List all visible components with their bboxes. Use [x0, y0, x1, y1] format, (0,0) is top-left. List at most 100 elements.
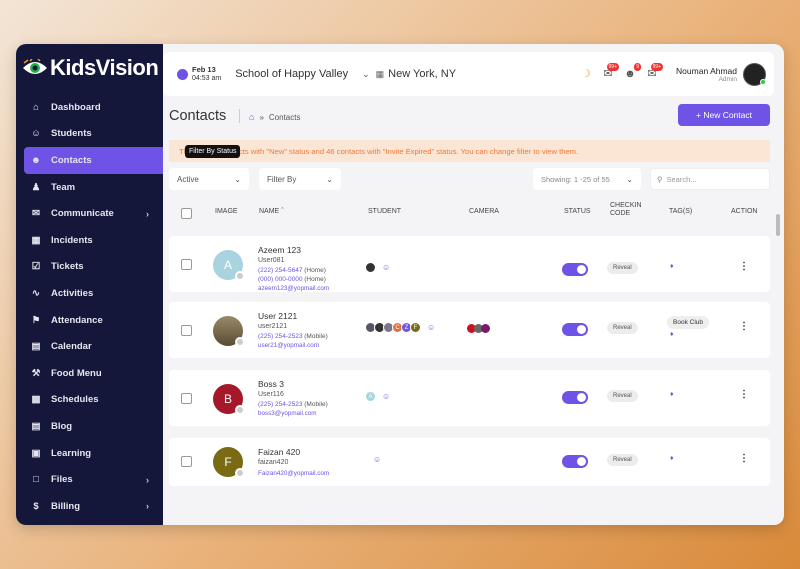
- avatar: A: [213, 250, 245, 281]
- sidebar-item-label: Schedules: [51, 394, 99, 406]
- pagination-select[interactable]: Showing: 1 -25 of 55 ⌄: [533, 168, 641, 190]
- chevron-down-icon[interactable]: ⌄: [362, 69, 370, 80]
- sidebar-item-blog[interactable]: ▤ Blog: [16, 413, 163, 440]
- avatar: [213, 316, 245, 347]
- add-student-icon[interactable]: ☺: [373, 455, 381, 464]
- contact-email[interactable]: Faizan420@yopmail.com: [258, 470, 329, 477]
- message-icon[interactable]: ✉ 99+: [646, 63, 663, 80]
- students-list: ☺: [365, 262, 390, 273]
- sidebar-item-team[interactable]: ♟ Team: [16, 174, 163, 201]
- sidebar-item-incidents[interactable]: ▦ Incidents: [16, 227, 163, 254]
- contact-name[interactable]: Azeem 123: [258, 245, 301, 255]
- new-contact-button[interactable]: + New Contact: [678, 104, 770, 126]
- add-student-icon[interactable]: ☺: [382, 263, 390, 272]
- col-name[interactable]: NAME ˆ: [259, 208, 284, 216]
- table-row[interactable]: F Faizan 420 faizan420 Faizan420@yopmail…: [169, 438, 770, 486]
- sidebar-item-label: Students: [51, 128, 92, 140]
- contact-name[interactable]: Boss 3: [258, 379, 284, 389]
- contact-email[interactable]: user21@yopmail.com: [258, 342, 319, 349]
- col-image: IMAGE: [215, 208, 238, 215]
- status-filter-value: Active: [177, 174, 199, 184]
- row-checkbox[interactable]: [181, 456, 192, 467]
- add-student-icon[interactable]: ☺: [382, 392, 390, 401]
- school-selector[interactable]: School of Happy Valley: [235, 68, 348, 80]
- tag-icon[interactable]: ♦: [670, 455, 674, 462]
- sidebar-item-learning[interactable]: ▣ Learning: [16, 440, 163, 467]
- status-filter[interactable]: Active ⌄: [169, 168, 249, 190]
- chevron-right-icon: ›: [146, 501, 149, 512]
- chevron-down-icon: ⌄: [626, 174, 633, 184]
- sidebar-item-label: Food Menu: [51, 367, 102, 379]
- user-menu[interactable]: Nouman Ahmad Admin: [676, 62, 766, 86]
- scrollbar[interactable]: [776, 214, 780, 236]
- sidebar-item-label: Contacts: [51, 154, 92, 166]
- more-actions-icon[interactable]: ⋮: [739, 453, 749, 464]
- filter-tooltip: Filter By Status: [185, 145, 241, 158]
- add-student-icon[interactable]: ☺: [427, 323, 435, 332]
- reveal-button[interactable]: Reveal: [607, 390, 638, 402]
- sidebar: KidsVision ⌂ Dashboard ☺ Students ☻ Contacts ♟…: [16, 44, 163, 525]
- main-content: Contacts ⌂ » Contacts + New Contact Ther…: [163, 96, 784, 525]
- contact-email[interactable]: azeem123@yopmail.com: [258, 285, 329, 292]
- camera-dot[interactable]: [481, 324, 490, 333]
- avatar[interactable]: [743, 62, 766, 86]
- chat-icon[interactable]: ✉ 99+: [602, 63, 619, 80]
- sidebar-item-activities[interactable]: ∿ Activities: [16, 280, 163, 307]
- sidebar-item-schedules[interactable]: ▩ Schedules: [16, 387, 163, 414]
- students-list: C Z F ☺: [365, 322, 435, 333]
- select-all-checkbox[interactable]: [181, 208, 192, 219]
- users-icon[interactable]: ☻ 9: [624, 63, 641, 80]
- contact-email[interactable]: boss3@yopmail.com: [258, 410, 317, 417]
- users-badge: 9: [634, 63, 641, 71]
- reveal-button[interactable]: Reveal: [607, 262, 638, 274]
- status-toggle[interactable]: [562, 391, 588, 404]
- student-avatar[interactable]: [365, 262, 376, 273]
- sidebar-item-food-menu[interactable]: ⚒ Food Menu: [16, 360, 163, 387]
- more-actions-icon[interactable]: ⋮: [739, 261, 749, 272]
- student-avatar[interactable]: A: [365, 391, 376, 402]
- sidebar-item-calendar[interactable]: ▤ Calendar: [16, 333, 163, 360]
- student-avatar[interactable]: F: [410, 322, 421, 333]
- contact-phone: (225) 254-2523 (Mobile): [258, 401, 328, 408]
- table-row[interactable]: User 2121 user2121 (225) 254-2523 (Mobil…: [169, 302, 770, 358]
- row-checkbox[interactable]: [181, 393, 192, 404]
- tag-icon[interactable]: ♦: [670, 391, 674, 398]
- contact-username: user2121: [258, 323, 288, 330]
- breadcrumb-separator: »: [259, 112, 264, 122]
- sidebar-item-billing[interactable]: $ Billing ›: [16, 493, 163, 520]
- status-toggle[interactable]: [562, 323, 588, 336]
- table-row[interactable]: B Boss 3 User116 (225) 254-2523 (Mobile)…: [169, 370, 770, 426]
- more-actions-icon[interactable]: ⋮: [739, 389, 749, 400]
- chat-badge: 99+: [606, 63, 619, 71]
- sidebar-item-students[interactable]: ☺ Students: [16, 121, 163, 148]
- moon-icon[interactable]: ☽: [580, 68, 592, 80]
- row-checkbox[interactable]: [181, 259, 192, 270]
- filter-by-select[interactable]: Filter By ⌄: [259, 168, 341, 190]
- reveal-button[interactable]: Reveal: [607, 322, 638, 334]
- flag-icon: ⚑: [31, 314, 41, 326]
- col-status: STATUS: [564, 208, 591, 215]
- tag-icon[interactable]: ♦: [670, 331, 674, 338]
- sidebar-item-dashboard[interactable]: ⌂ Dashboard: [16, 94, 163, 121]
- sidebar-item-tickets[interactable]: ☑ Tickets: [16, 254, 163, 281]
- sidebar-item-files[interactable]: □ Files ›: [16, 466, 163, 493]
- logo[interactable]: KidsVision: [16, 44, 163, 92]
- contact-name[interactable]: User 2121: [258, 311, 297, 321]
- reveal-button[interactable]: Reveal: [607, 454, 638, 466]
- row-checkbox[interactable]: [181, 325, 192, 336]
- home-icon[interactable]: ⌂: [249, 112, 254, 122]
- users-icon: ☻: [31, 154, 41, 166]
- table-row[interactable]: A Azeem 123 User081 (222) 254-5647 (Home…: [169, 236, 770, 292]
- sidebar-item-attendance[interactable]: ⚑ Attendance: [16, 307, 163, 334]
- tag-icon[interactable]: ♦: [670, 263, 674, 270]
- app-window: KidsVision ⌂ Dashboard ☺ Students ☻ Contacts ♟…: [16, 44, 784, 525]
- status-toggle[interactable]: [562, 263, 588, 276]
- contact-name[interactable]: Faizan 420: [258, 447, 300, 457]
- more-actions-icon[interactable]: ⋮: [739, 321, 749, 332]
- tag-pill[interactable]: Book Club: [667, 316, 709, 329]
- search-input[interactable]: ⚲ Search...: [650, 168, 770, 190]
- sidebar-item-communicate[interactable]: ✉ Communicate ›: [16, 200, 163, 227]
- status-toggle[interactable]: [562, 455, 588, 468]
- learning-icon: ▣: [31, 447, 41, 459]
- sidebar-item-contacts[interactable]: ☻ Contacts: [24, 147, 163, 174]
